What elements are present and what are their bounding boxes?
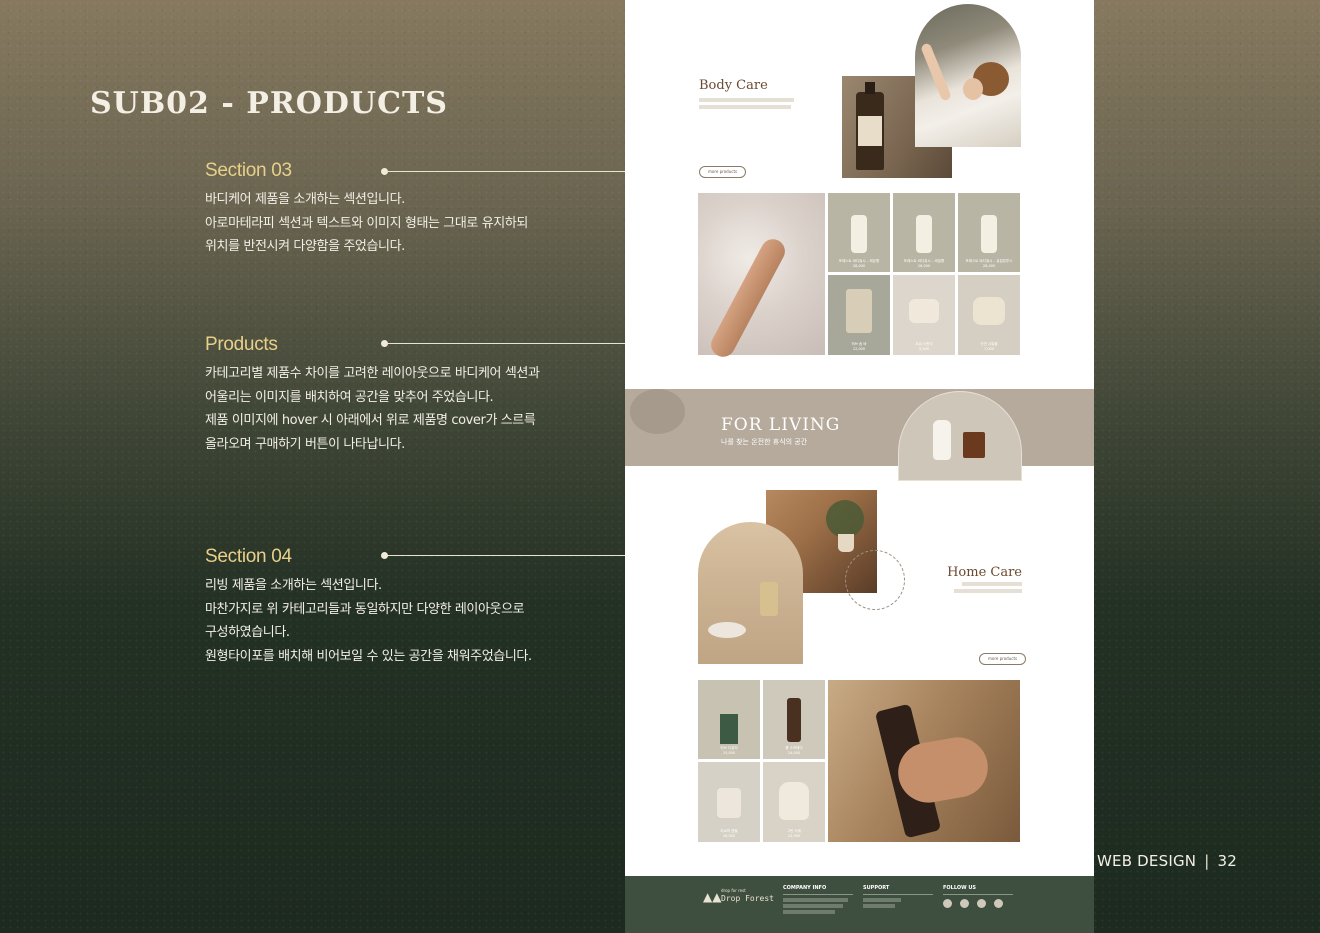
footer-heading: SUPPORT	[863, 885, 890, 891]
logo-tagline: drop for rest	[721, 888, 746, 893]
slide-footer: WEB DESIGN | 32	[1097, 852, 1237, 870]
footer-separator: |	[1204, 852, 1210, 870]
logo-name: Drop Forest	[721, 894, 774, 903]
product-card[interactable]: 포레스트 바디워시 – 레몬향 28,000	[828, 193, 890, 272]
product-card[interactable]: 천연 샤워볼 7,000	[958, 275, 1020, 355]
leader-line-products	[381, 340, 625, 347]
home-care-arch-photo	[698, 522, 803, 664]
annotation-line: 리빙 제품을 소개하는 섹션입니다.	[205, 578, 382, 593]
home-care-spray-photo	[828, 680, 1020, 842]
annotation-products: Products 카테고리별 제품수 차이를 고려한 레이아웃으로 바디케어 섹…	[205, 334, 625, 456]
product-price: 7,000	[983, 347, 995, 351]
product-price: 15,000	[722, 751, 736, 755]
annotation-line: 제품 이미지에 hover 시 아래에서 위로 제품명 cover가 스르륵	[205, 413, 536, 428]
product-price: 28,000	[852, 264, 866, 268]
living-banner-title: FOR LIVING	[721, 415, 841, 435]
annotation-line: 올라오며 구매하기 버튼이 나타납니다.	[205, 436, 405, 452]
body-care-more-button[interactable]: more products	[699, 166, 747, 178]
product-card[interactable]: 허브 디퓨저 15,000	[698, 680, 760, 759]
annotation-section03: Section 03 바디케어 제품을 소개하는 섹션입니다. 아로마테라피 섹…	[205, 160, 625, 259]
annotation-line: 아로마테라피 섹션과 텍스트와 이미지 형태는 그대로 유지하되	[205, 215, 528, 231]
body-care-arch-photo	[915, 4, 1021, 147]
leader-line-section03	[381, 168, 625, 175]
product-price: 12,000	[787, 834, 801, 838]
product-card[interactable]: 룸 스프레이 24,000	[763, 680, 825, 759]
blog-icon[interactable]	[977, 899, 986, 908]
product-price: 24,000	[787, 751, 801, 755]
tree-icon: ▲▲	[703, 890, 722, 904]
footer-follow: FOLLOW US	[943, 885, 1013, 908]
product-card[interactable]: 포레스트 바디워시 – 유칼립투스 28,000	[958, 193, 1020, 272]
footer-heading: FOLLOW US	[943, 885, 977, 891]
slide-title: SUB02 - PRODUCTS	[90, 86, 448, 121]
page-number: 32	[1217, 852, 1237, 870]
living-banner-subtitle: 나를 찾는 온전한 휴식의 공간	[721, 438, 808, 446]
product-price: 12,000	[852, 347, 866, 351]
home-care-title: Home Care	[947, 565, 1022, 580]
annotation-line: 위치를 반전시켜 다양함을 주었습니다.	[205, 239, 405, 254]
annotation-section04: Section 04 리빙 제품을 소개하는 섹션입니다. 마찬가지로 위 카테…	[205, 546, 625, 668]
product-card[interactable]: 허브 솝 바 12,000	[828, 275, 890, 355]
instagram-icon[interactable]	[943, 899, 952, 908]
youtube-icon[interactable]	[960, 899, 969, 908]
body-care-description	[699, 98, 809, 109]
annotation-line: 어울리는 이미지를 배치하여 공간을 맞추어 주었습니다.	[205, 389, 494, 405]
product-price: 16,000	[722, 834, 736, 838]
annotation-line: 카테고리별 제품수 차이를 고려한 레이아웃으로 바디케어 섹션과	[205, 366, 540, 381]
home-care-product-grid: 허브 디퓨저 15,000 룸 스프레이 24,000 아로마 캔들 16,000 그…	[698, 680, 825, 842]
living-banner-arch-photo	[898, 391, 1022, 481]
leader-line-section04	[381, 552, 625, 559]
product-price: 28,000	[982, 264, 996, 268]
home-care-description	[912, 582, 1022, 593]
drop-forest-logo[interactable]: ▲▲ drop for rest Drop Forest	[703, 886, 774, 905]
product-price: 26,000	[917, 264, 931, 268]
product-card[interactable]: 아로마 캔들 16,000	[698, 762, 760, 842]
product-card[interactable]: 포레스트 바디워시 – 바질향 26,000	[893, 193, 955, 272]
annotation-line: 원형타이포를 배치해 비어보일 수 있는 공간을 채워주었습니다.	[205, 648, 532, 664]
facebook-icon[interactable]	[994, 899, 1003, 908]
footer-company-info: COMPANY INFO	[783, 885, 853, 914]
home-care-more-button[interactable]: more products	[979, 653, 1027, 665]
product-card[interactable]: 샤워 스펀지 5,500	[893, 275, 955, 355]
annotation-line: 마찬가지로 위 카테고리들과 동일하지만 다양한 레이아웃으로	[205, 601, 525, 617]
footer-heading: COMPANY INFO	[783, 885, 827, 891]
annotation-line: 구성하였습니다.	[205, 625, 290, 640]
mockup-footer: ▲▲ drop for rest Drop Forest COMPANY INF…	[625, 876, 1094, 933]
footer-label: WEB DESIGN	[1097, 852, 1197, 870]
circular-typography	[845, 550, 905, 610]
body-care-product-grid: 포레스트 바디워시 – 레몬향 28,000 포레스트 바디워시 – 바질향 26,…	[828, 193, 1020, 355]
body-care-feature-photo	[698, 193, 825, 362]
body-care-title: Body Care	[699, 78, 768, 93]
annotation-heading: Products	[205, 334, 278, 355]
footer-support: SUPPORT	[863, 885, 933, 908]
annotation-heading: Section 04	[205, 546, 292, 567]
annotation-line: 바디케어 제품을 소개하는 섹션입니다.	[205, 192, 405, 207]
for-living-banner: FOR LIVING 나를 찾는 온전한 휴식의 공간	[625, 389, 1094, 481]
product-card[interactable]: 그린 사쉐 12,000	[763, 762, 825, 842]
website-mockup: Body Care more products 포레스트 바디워시 – 레몬향 2…	[625, 0, 1094, 933]
product-price: 5,500	[918, 347, 930, 351]
